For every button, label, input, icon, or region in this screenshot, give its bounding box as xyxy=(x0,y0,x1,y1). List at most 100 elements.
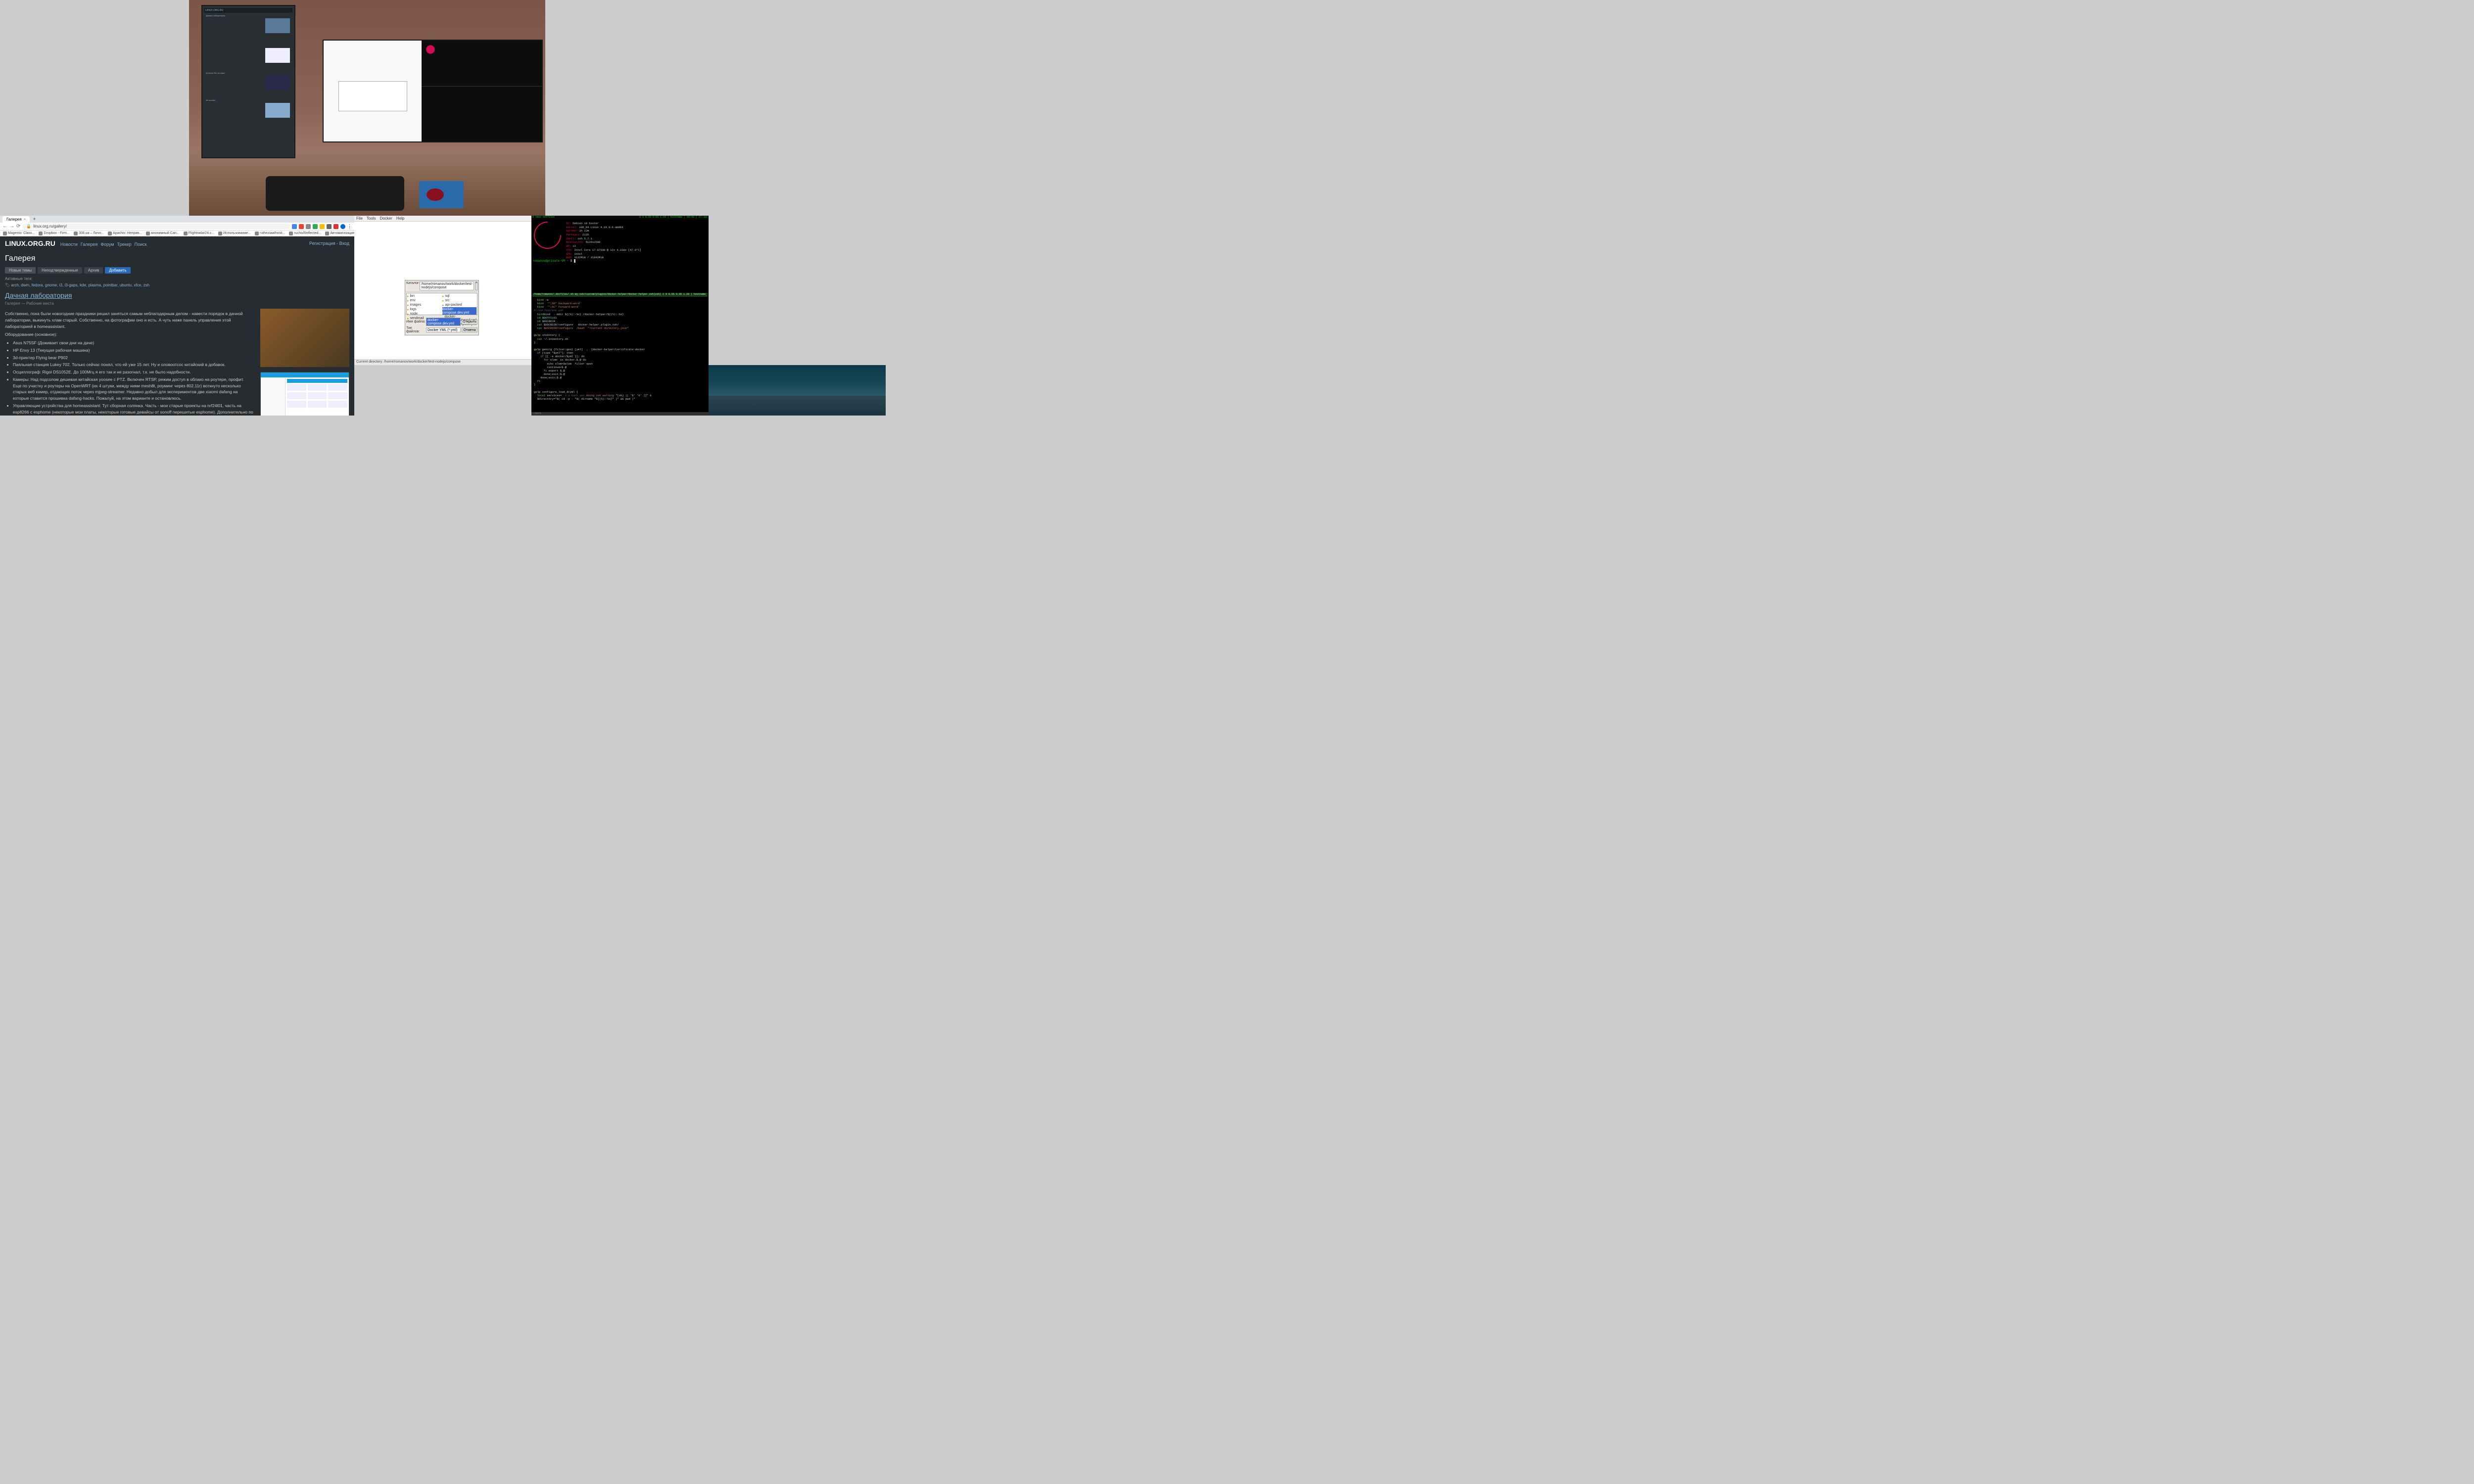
forward-button[interactable]: → xyxy=(9,224,14,229)
filter-new[interactable]: Новые темы xyxy=(5,267,36,274)
extension-icon[interactable] xyxy=(333,224,338,229)
nav-link[interactable]: Форум xyxy=(100,242,114,247)
filename-label: Имя файла: xyxy=(406,320,426,324)
extension-icon[interactable] xyxy=(299,224,304,229)
folder-item[interactable]: ▸node xyxy=(407,312,441,316)
login-link[interactable]: Вход xyxy=(339,241,349,246)
breadcrumb: Галерея — Рабочие места xyxy=(5,301,349,306)
menu-bar: File Tools Docker Help xyxy=(354,216,531,222)
folder-icon: ▸ xyxy=(407,312,409,316)
folder-item[interactable]: ▸logs xyxy=(407,307,441,312)
bookmark-item[interactable]: Автоматизация... xyxy=(325,232,354,235)
bookmark-item[interactable]: Flightradar24.c... xyxy=(184,232,215,235)
address-bar[interactable]: 🔒 linux.org.ru/gallery/ xyxy=(22,224,290,229)
nav-link[interactable]: Поиск xyxy=(135,242,147,247)
system-info: OS: Debian 10 buster Kernel: x86_64 Linu… xyxy=(566,222,641,260)
file-item-selected[interactable]: docker-compose.dev.yml xyxy=(442,307,476,315)
nav-link[interactable]: Галерея xyxy=(81,242,98,247)
bookmark-item[interactable]: Использование... xyxy=(218,232,251,235)
folder-icon: ▸ xyxy=(442,303,444,307)
article-title-link[interactable]: Дачная лаборатория xyxy=(5,291,349,299)
favicon-icon xyxy=(39,232,43,235)
extension-icon[interactable] xyxy=(306,224,311,229)
bookmark-item[interactable]: 308.ua – Личн... xyxy=(74,232,104,235)
filter-add[interactable]: Добавить xyxy=(105,267,130,274)
thumbnail-image[interactable] xyxy=(260,309,349,367)
terminal-editor[interactable]: /home/romanov/.dotfiles/.oh-my-zsh/custo… xyxy=(531,292,709,416)
extension-icon[interactable] xyxy=(327,224,332,229)
favicon-icon xyxy=(146,232,150,235)
mouse xyxy=(427,188,444,201)
reload-button[interactable]: ⟳ xyxy=(16,224,20,229)
favicon-icon xyxy=(325,232,329,235)
register-link[interactable]: Регистрация xyxy=(309,241,335,246)
folder-item[interactable]: ▸bin xyxy=(407,294,441,298)
browser-tab[interactable]: Галерея × xyxy=(2,216,30,223)
debian-logo-icon xyxy=(534,222,561,249)
filter-archive[interactable]: Архив xyxy=(84,267,103,274)
tmux-status-left: 0 tmux dotfiles xyxy=(532,216,555,220)
back-button[interactable]: ← xyxy=(2,224,7,229)
new-tab-button[interactable]: + xyxy=(30,216,39,222)
profile-icon[interactable] xyxy=(340,224,345,229)
menu-help[interactable]: Help xyxy=(396,216,404,221)
favicon-icon xyxy=(289,232,293,235)
favicon-icon xyxy=(108,232,112,235)
bookmark-item[interactable]: rucho/Reflected... xyxy=(289,232,321,235)
bookmark-item[interactable]: rutheziaathosti... xyxy=(255,232,285,235)
folder-icon: ▸ xyxy=(442,299,444,303)
tmux-status-left: /home/romanov/.dotfiles/.oh-my-zsh/custo… xyxy=(533,293,654,297)
folder-item[interactable]: ▸src xyxy=(442,298,476,303)
tmux-status-right: [zsh] 1 % 0.55 0.95 1.20 | hostname | 09… xyxy=(654,293,708,297)
desktop-wallpaper xyxy=(709,365,886,416)
folder-item[interactable]: ▸api-packed xyxy=(442,303,476,307)
bookmarks-bar: Magento: Class... Dropbox - Firm... 308.… xyxy=(0,231,354,236)
menu-tools[interactable]: Tools xyxy=(367,216,376,221)
favicon-icon xyxy=(74,232,78,235)
bookmark-item[interactable]: Apachis: Неприв... xyxy=(108,232,142,235)
editor-statusbar: ~/work xyxy=(531,412,709,416)
open-button[interactable]: Открыть xyxy=(462,320,477,325)
terminal-sysinfo[interactable]: 0 tmux dotfiles 0 % 0.55 0.95 1.20 | hos… xyxy=(531,216,709,292)
workspace-photo: LINUX.ORG.RU Дачная лаборатория Колонки … xyxy=(189,0,545,216)
thumbnail-image[interactable] xyxy=(260,372,349,416)
path-input[interactable]: /home/romanov/work/docker/test-nodejs/co… xyxy=(420,281,474,290)
folder-item[interactable]: ▸env xyxy=(407,298,441,303)
bookmark-item[interactable]: Dropbox - Firm... xyxy=(39,232,70,235)
close-icon[interactable]: × xyxy=(24,217,26,222)
menu-icon[interactable]: ⋮ xyxy=(347,224,352,229)
tab-title: Галерея xyxy=(6,217,22,222)
favicon-icon xyxy=(3,232,7,235)
file-list[interactable]: ▸bin ▸env ▸images ▸logs ▸node ▸sendmail … xyxy=(406,293,477,315)
menu-file[interactable]: File xyxy=(356,216,363,221)
filter-unconfirmed[interactable]: Неподтвержденные xyxy=(38,267,82,274)
bookmark-item[interactable]: анонимный Can... xyxy=(146,232,180,235)
filetype-label: Тип файлов: xyxy=(406,326,426,333)
tab-strip: Галерея × + xyxy=(0,216,354,223)
bookmark-item[interactable]: Magento: Class... xyxy=(3,232,35,235)
nav-link[interactable]: Новости xyxy=(60,242,78,247)
folder-item[interactable]: ▸images xyxy=(407,303,441,307)
filetype-select[interactable]: Docker YML (*.yml) xyxy=(426,327,461,332)
folder-icon: ▸ xyxy=(442,294,444,298)
folder-icon: ▸ xyxy=(407,303,409,307)
browser-window: Галерея × + ← → ⟳ 🔒 linux.org.ru/gallery… xyxy=(0,216,354,416)
terminals: 0 tmux dotfiles 0 % 0.55 0.95 1.20 | hos… xyxy=(531,216,709,416)
up-button[interactable]: ^ xyxy=(475,281,477,290)
favicon-icon xyxy=(255,232,259,235)
ultrawide-monitor xyxy=(323,40,543,142)
active-tags-label: Активные теги: xyxy=(5,277,349,281)
cancel-button[interactable]: Отмена xyxy=(462,327,477,332)
folder-item[interactable]: ▸sql xyxy=(442,294,476,298)
favicon-icon xyxy=(218,232,222,235)
site-logo[interactable]: LINUX.ORG.RU xyxy=(5,239,55,247)
extension-icon[interactable] xyxy=(292,224,297,229)
toolbar: ← → ⟳ 🔒 linux.org.ru/gallery/ ⋮ xyxy=(0,223,354,231)
nav-link[interactable]: Трекер xyxy=(117,242,132,247)
filename-input[interactable]: docker-compose.dev.yml xyxy=(426,318,461,326)
extension-icon[interactable] xyxy=(313,224,318,229)
tag-list: 🏷 arch, dwm, fedora, gnome, i3, i3-gaps,… xyxy=(5,283,349,287)
tag-icon: 🏷 xyxy=(5,283,10,287)
menu-docker[interactable]: Docker xyxy=(380,216,392,221)
extension-icon[interactable] xyxy=(320,224,325,229)
